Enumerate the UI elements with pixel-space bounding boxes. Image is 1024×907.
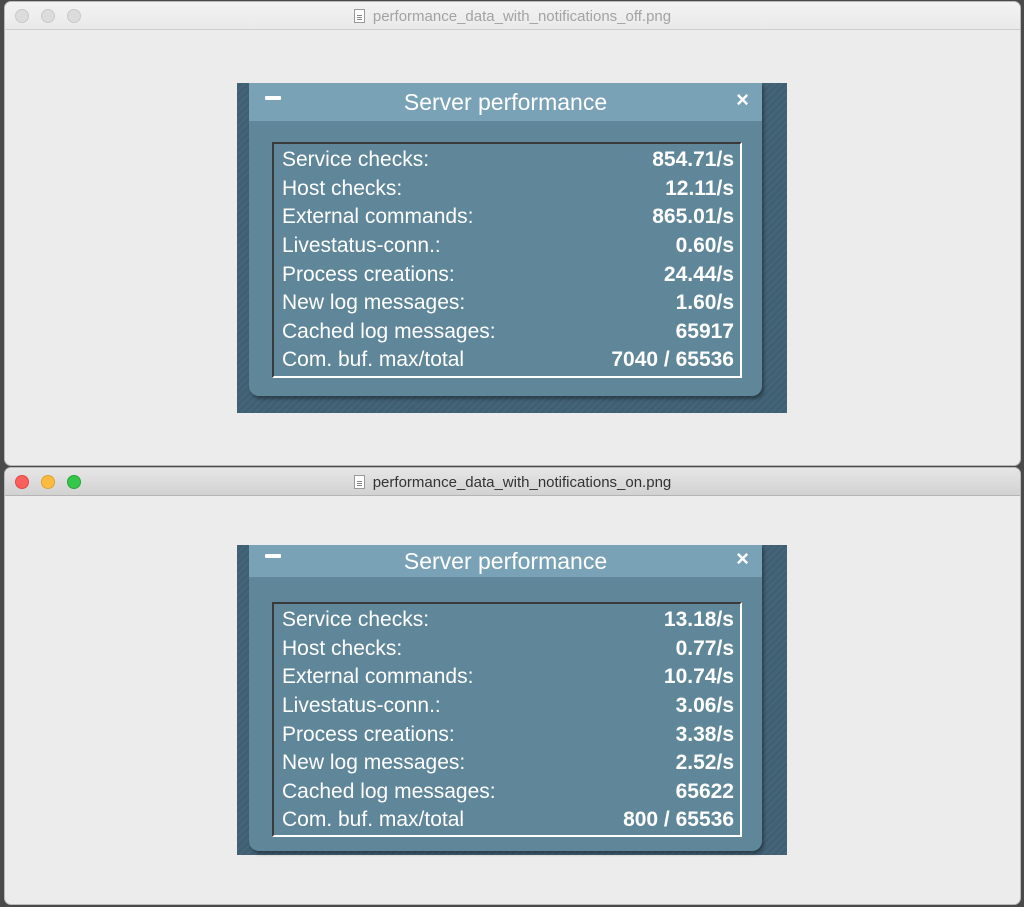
stat-label: Cached log messages: <box>282 779 496 803</box>
preview-window-notifications-off: performance_data_with_notifications_off.… <box>5 2 1020 465</box>
panel-title: Server performance <box>403 88 608 115</box>
stat-label: Process creations: <box>282 262 455 286</box>
stat-row: External commands: 10.74/s <box>282 663 734 692</box>
close-panel-icon[interactable]: × <box>736 546 749 572</box>
stat-value: 3.38/s <box>675 722 734 746</box>
stat-value: 0.60/s <box>675 234 734 258</box>
stat-row: Cached log messages: 65917 <box>282 318 734 347</box>
stat-row: Cached log messages: 65622 <box>282 778 734 807</box>
minimize-panel-icon[interactable] <box>265 96 281 100</box>
stat-label: Cached log messages: <box>282 319 496 343</box>
stat-label: Host checks: <box>282 636 403 660</box>
window-filename: performance_data_with_notifications_on.p… <box>372 473 672 491</box>
stat-row: Process creations: 24.44/s <box>282 260 734 289</box>
stat-label: New log messages: <box>282 291 466 315</box>
screenshot-image: Server performance × Service checks: 854.… <box>237 83 787 413</box>
stat-value: 24.44/s <box>663 262 734 286</box>
minimize-panel-icon[interactable] <box>265 554 281 558</box>
stat-value: 12.11/s <box>665 176 734 200</box>
stat-label: Service checks: <box>282 148 430 172</box>
panel-title: Server performance <box>403 547 608 574</box>
stat-row: Livestatus-conn.: 0.60/s <box>282 232 734 261</box>
stat-label: Livestatus-conn.: <box>282 234 441 258</box>
stats-table: Service checks: 854.71/s Host checks: 12.1… <box>272 142 742 378</box>
stat-value: 13.18/s <box>663 608 734 632</box>
image-file-icon <box>353 475 365 489</box>
stat-row: Com. buf. max/total 800 / 65536 <box>282 806 734 835</box>
stat-value: 854.71/s <box>652 148 734 172</box>
stat-value: 1.60/s <box>675 291 734 315</box>
stat-value: 865.01/s <box>652 205 734 229</box>
stat-label: Livestatus-conn.: <box>282 694 441 718</box>
server-performance-panel: Server performance × Service checks: 13.1… <box>249 545 762 851</box>
image-file-icon <box>353 9 365 23</box>
stat-row: New log messages: 1.60/s <box>282 289 734 318</box>
stat-label: External commands: <box>282 665 474 689</box>
stat-value: 65917 <box>675 319 734 343</box>
stat-value: 2.52/s <box>675 751 734 775</box>
stat-row: Host checks: 0.77/s <box>282 635 734 664</box>
stat-row: External commands: 865.01/s <box>282 203 734 232</box>
stat-row: Host checks: 12.11/s <box>282 175 734 204</box>
stat-value: 800 / 65536 <box>623 808 734 832</box>
stat-value: 7040 / 65536 <box>611 348 734 372</box>
window-filename: performance_data_with_notifications_off.… <box>372 7 672 25</box>
stat-label: Process creations: <box>282 722 455 746</box>
stat-row: Livestatus-conn.: 3.06/s <box>282 692 734 721</box>
window-title: performance_data_with_notifications_on.p… <box>5 468 1020 496</box>
window-titlebar[interactable]: performance_data_with_notifications_on.p… <box>5 468 1020 496</box>
stat-label: External commands: <box>282 205 474 229</box>
stats-table: Service checks: 13.18/s Host checks: 0.77/… <box>272 602 742 837</box>
stat-label: Com. buf. max/total <box>282 808 465 832</box>
window-titlebar[interactable]: performance_data_with_notifications_off.… <box>5 2 1020 30</box>
panel-header[interactable]: Server performance × <box>249 545 762 577</box>
stat-label: New log messages: <box>282 751 466 775</box>
stat-value: 0.77/s <box>675 636 734 660</box>
stat-row: New log messages: 2.52/s <box>282 749 734 778</box>
stat-label: Service checks: <box>282 608 430 632</box>
panel-header[interactable]: Server performance × <box>249 83 762 121</box>
stat-row: Service checks: 13.18/s <box>282 606 734 635</box>
screenshot-image: Server performance × Service checks: 13.1… <box>237 545 787 855</box>
server-performance-panel: Server performance × Service checks: 854.… <box>249 83 762 396</box>
window-title: performance_data_with_notifications_off.… <box>5 2 1020 30</box>
stat-row: Process creations: 3.38/s <box>282 720 734 749</box>
stat-row: Service checks: 854.71/s <box>282 146 734 175</box>
stat-label: Com. buf. max/total <box>282 348 465 372</box>
stat-value: 3.06/s <box>675 694 734 718</box>
stat-label: Host checks: <box>282 176 403 200</box>
close-panel-icon[interactable]: × <box>736 87 749 113</box>
stat-value: 65622 <box>675 779 734 803</box>
stat-row: Com. buf. max/total 7040 / 65536 <box>282 346 734 375</box>
preview-window-notifications-on: performance_data_with_notifications_on.p… <box>5 468 1020 904</box>
stat-value: 10.74/s <box>663 665 734 689</box>
